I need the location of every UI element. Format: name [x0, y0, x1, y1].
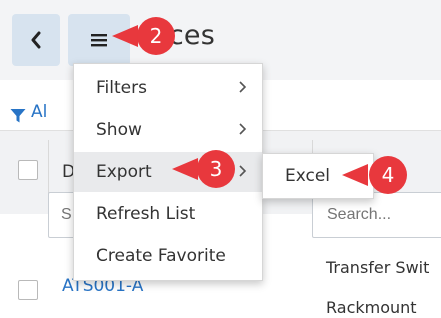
device-type-cell: Rackmount [326, 298, 417, 317]
chevron-right-icon [239, 123, 247, 135]
menu-item-refresh-list[interactable]: Refresh List [74, 194, 262, 234]
menu-item-filters[interactable]: Filters [74, 68, 262, 108]
step-callout-3: 3 [172, 150, 235, 188]
menu-item-label: Refresh List [96, 204, 196, 224]
chevron-left-icon [31, 31, 41, 49]
back-button[interactable] [12, 14, 60, 66]
funnel-filter-icon[interactable] [10, 108, 26, 124]
menu-item-label: Export [96, 162, 152, 182]
row-checkbox[interactable] [18, 280, 38, 300]
menu-item-label: Create Favorite [96, 246, 226, 266]
callout-number: 3 [210, 157, 223, 181]
hamburger-menu-icon [91, 34, 107, 47]
select-all-checkbox[interactable] [18, 160, 38, 180]
chevron-right-icon [239, 165, 247, 177]
callout-number: 2 [150, 24, 163, 48]
chevron-right-icon [239, 81, 247, 93]
menu-item-label: Show [96, 120, 142, 140]
submenu-item-excel[interactable]: Excel [285, 166, 330, 186]
filter-all-link[interactable]: Al [31, 102, 47, 122]
step-callout-2: 2 [112, 17, 175, 55]
callout-number: 4 [382, 163, 395, 187]
menu-item-create-favorite[interactable]: Create Favorite [74, 236, 262, 276]
menu-item-show[interactable]: Show [74, 110, 262, 150]
step-callout-4: 4 [342, 156, 407, 194]
menu-item-label: Filters [96, 78, 147, 98]
device-type-cell: Transfer Swit [326, 258, 430, 277]
